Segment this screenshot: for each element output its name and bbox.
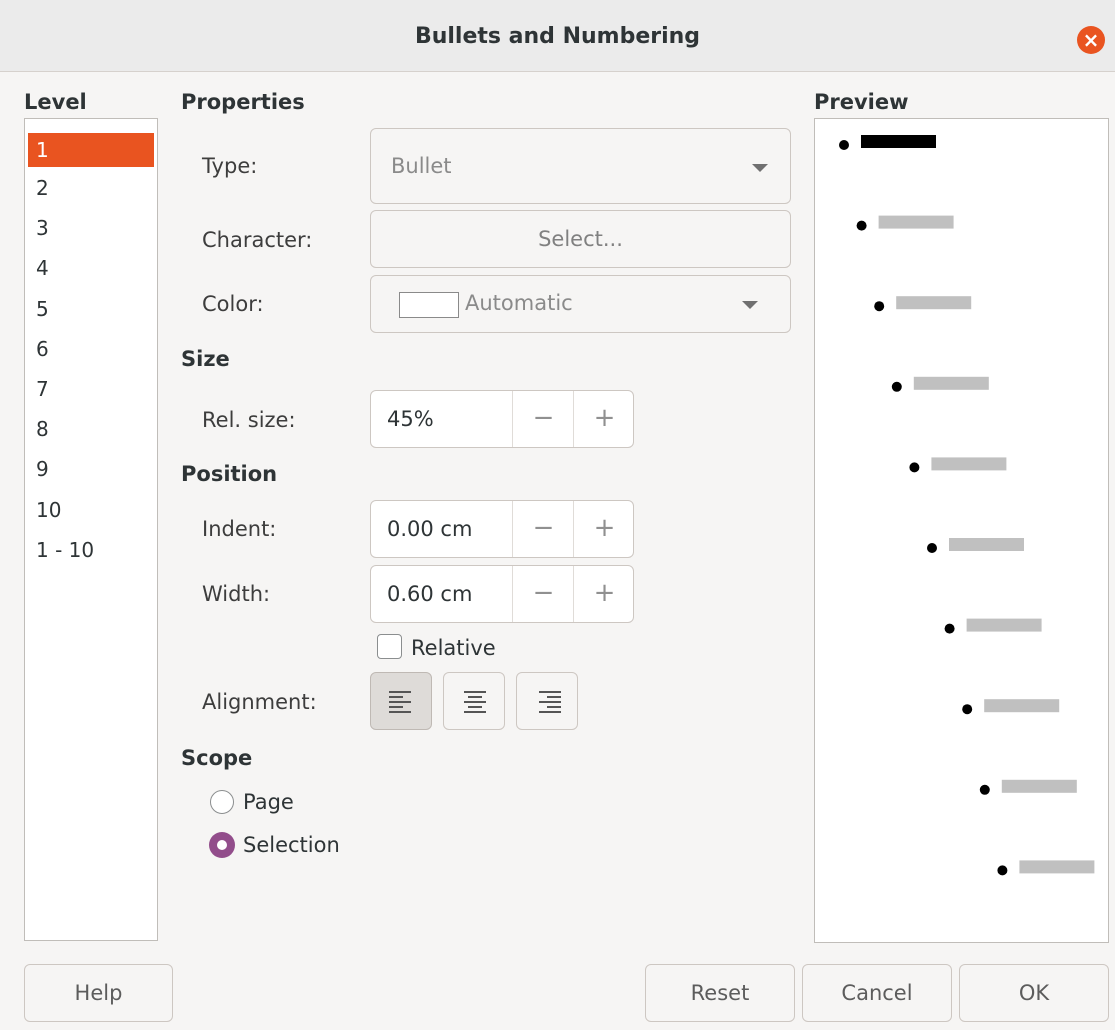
align-center-icon: [464, 691, 486, 713]
color-dropdown[interactable]: Automatic: [370, 275, 791, 333]
position-heading: Position: [181, 462, 278, 486]
preview-text-line: [984, 699, 1060, 713]
title-bar: Bullets and Numbering ×: [0, 0, 1115, 72]
level-item[interactable]: 9: [28, 450, 154, 490]
preview-text-line: [861, 135, 936, 148]
preview-bullet: [874, 301, 885, 312]
width-label: Width:: [202, 582, 271, 606]
color-label: Color:: [202, 292, 264, 316]
indent-value: 0.00 cm: [387, 517, 473, 541]
color-value: Automatic: [465, 291, 573, 315]
preview-pane: [814, 118, 1109, 943]
level-list[interactable]: 1 2 3 4 5 6 7 8 9 10 1 - 10: [24, 118, 158, 941]
size-heading: Size: [181, 347, 230, 371]
rel-size-stepper[interactable]: 45% − +: [370, 390, 634, 448]
relative-label[interactable]: Relative: [411, 636, 496, 660]
level-item[interactable]: 3: [28, 209, 154, 249]
level-heading: Level: [24, 90, 87, 114]
character-label: Character:: [202, 228, 313, 252]
preview-text-line: [931, 457, 1007, 471]
rel-size-increase-button[interactable]: +: [573, 391, 635, 447]
level-item[interactable]: 7: [28, 370, 154, 410]
relative-checkbox[interactable]: [377, 634, 402, 659]
preview-bullet: [997, 865, 1008, 876]
preview-bullet: [962, 704, 973, 715]
preview-bullet: [927, 543, 937, 553]
preview-text-line: [896, 296, 972, 310]
preview-bullet: [979, 784, 990, 795]
rel-size-label: Rel. size:: [202, 408, 296, 432]
rel-size-decrease-button[interactable]: −: [512, 391, 574, 447]
width-decrease-button[interactable]: −: [512, 566, 574, 622]
type-dropdown[interactable]: Bullet: [370, 128, 791, 204]
align-center-button[interactable]: [443, 672, 505, 730]
preview-graphic: [839, 135, 1095, 876]
properties-heading: Properties: [181, 90, 305, 114]
chevron-down-icon: [742, 301, 758, 309]
width-stepper[interactable]: 0.60 cm − +: [370, 565, 634, 623]
preview-bullet: [944, 623, 955, 634]
level-item[interactable]: 6: [28, 330, 154, 370]
level-item[interactable]: 5: [28, 290, 154, 330]
width-increase-button[interactable]: +: [573, 566, 635, 622]
alignment-label: Alignment:: [202, 690, 317, 714]
preview-text-line: [949, 538, 1024, 551]
level-item[interactable]: 4: [28, 249, 154, 289]
chevron-down-icon: [752, 164, 768, 172]
indent-decrease-button[interactable]: −: [512, 501, 574, 557]
rel-size-value: 45%: [387, 407, 434, 431]
ok-button[interactable]: OK: [959, 964, 1109, 1022]
close-icon[interactable]: ×: [1077, 26, 1105, 54]
preview-text-line: [966, 618, 1042, 632]
level-item[interactable]: 10: [28, 491, 154, 531]
scope-selection-radio[interactable]: [209, 832, 235, 858]
dialog-title: Bullets and Numbering: [414, 24, 701, 49]
preview-bullet: [856, 220, 867, 231]
width-value: 0.60 cm: [387, 582, 473, 606]
reset-button[interactable]: Reset: [645, 964, 795, 1022]
preview-text-line: [1001, 779, 1077, 793]
align-left-button[interactable]: [370, 672, 432, 730]
align-right-icon: [539, 691, 561, 713]
type-label: Type:: [202, 154, 258, 178]
cancel-button[interactable]: Cancel: [802, 964, 952, 1022]
level-item[interactable]: 2: [28, 169, 154, 209]
preview-bullet: [909, 462, 920, 473]
indent-stepper[interactable]: 0.00 cm − +: [370, 500, 634, 558]
scope-selection-label[interactable]: Selection: [243, 833, 340, 857]
level-item[interactable]: 1: [28, 133, 154, 167]
scope-page-radio[interactable]: [210, 790, 234, 814]
help-button[interactable]: Help: [24, 964, 173, 1022]
level-item[interactable]: 1 - 10: [28, 531, 154, 571]
preview-bullet: [891, 381, 902, 392]
scope-page-label[interactable]: Page: [243, 790, 294, 814]
scope-heading: Scope: [181, 746, 253, 770]
select-character-button[interactable]: Select...: [370, 210, 791, 268]
preview-bullet: [839, 140, 849, 150]
type-value: Bullet: [391, 154, 452, 178]
indent-label: Indent:: [202, 517, 277, 541]
align-left-icon: [389, 691, 411, 713]
level-item[interactable]: 8: [28, 410, 154, 450]
preview-heading: Preview: [814, 90, 909, 114]
align-right-button[interactable]: [516, 672, 578, 730]
color-swatch: [399, 292, 459, 318]
preview-text-line: [1019, 860, 1095, 874]
preview-text-line: [913, 376, 989, 390]
preview-text-line: [878, 215, 954, 229]
indent-increase-button[interactable]: +: [573, 501, 635, 557]
